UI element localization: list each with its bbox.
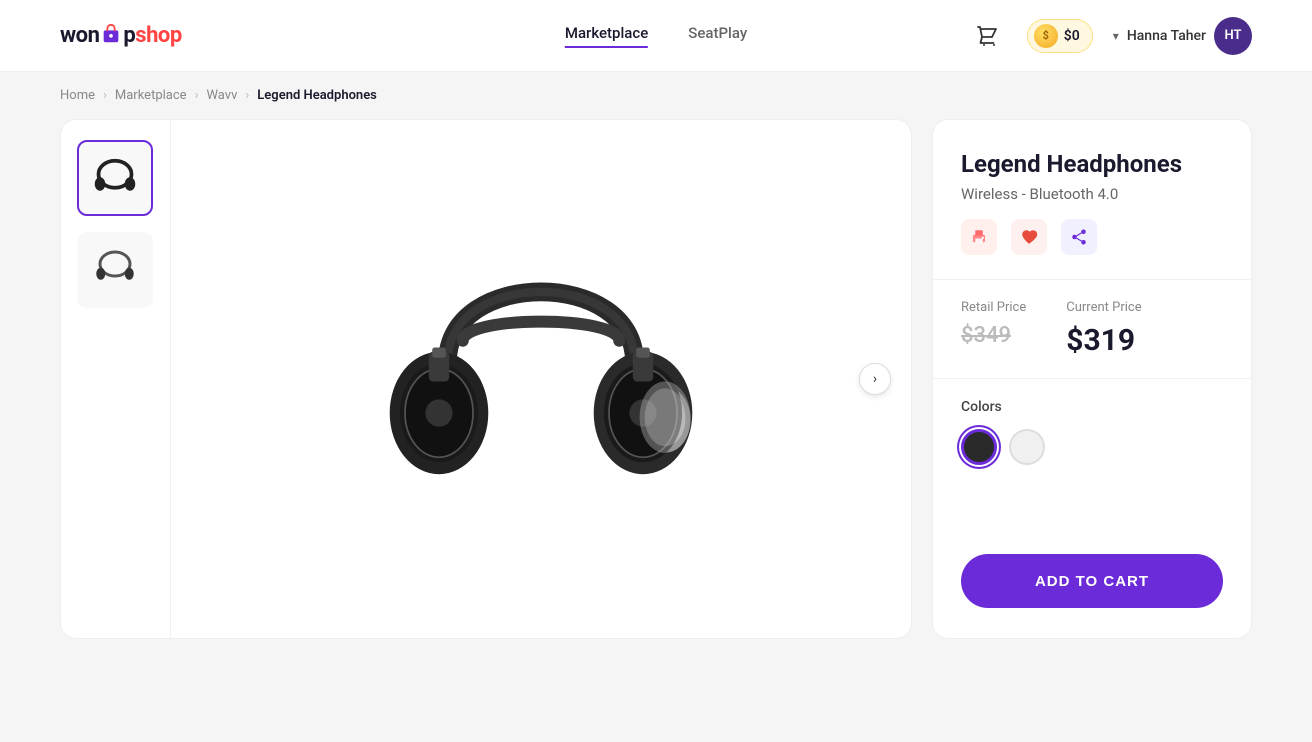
retail-price-col: Retail Price $349 xyxy=(961,300,1026,348)
header-right: $ $0 ▾ Hanna Taher HT xyxy=(967,16,1252,56)
next-image-button[interactable]: › xyxy=(859,363,891,395)
breadcrumb-home[interactable]: Home xyxy=(60,88,95,103)
like-button[interactable] xyxy=(1011,219,1047,255)
product-card: › xyxy=(60,119,912,639)
color-swatch-white[interactable] xyxy=(1009,429,1045,465)
color-options xyxy=(961,429,1223,465)
product-title: Legend Headphones xyxy=(961,150,1223,179)
thumb-2-image xyxy=(85,240,145,300)
breadcrumb-sep-2: › xyxy=(195,88,199,103)
breadcrumb: Home › Marketplace › Wavv › Legend Headp… xyxy=(0,72,1312,119)
breadcrumb-current: Legend Headphones xyxy=(257,88,377,103)
thumbnail-1[interactable] xyxy=(77,140,153,216)
coin-amount: $0 xyxy=(1064,28,1080,44)
add-to-cart-button[interactable]: ADD TO CART xyxy=(961,554,1223,608)
thumb-1-image xyxy=(85,148,145,208)
price-section: Retail Price $349 Current Price $319 xyxy=(961,280,1223,378)
current-price-label: Current Price xyxy=(1066,300,1141,315)
nav: Marketplace SeatPlay xyxy=(565,24,747,48)
logo-up-text: p xyxy=(123,23,135,48)
retail-price-label: Retail Price xyxy=(961,300,1026,315)
colors-label: Colors xyxy=(961,399,1223,415)
coin-icon: $ xyxy=(1034,24,1058,48)
cart-button[interactable] xyxy=(967,16,1007,56)
breadcrumb-sep-3: › xyxy=(245,88,249,103)
share-icon xyxy=(1070,228,1088,246)
avatar: HT xyxy=(1214,17,1252,55)
action-icons xyxy=(961,219,1223,255)
chevron-down-icon: ▾ xyxy=(1113,29,1119,43)
thumbnail-2[interactable] xyxy=(77,232,153,308)
user-name: Hanna Taher xyxy=(1127,28,1206,44)
logo-shop-text: shop xyxy=(135,23,181,48)
info-panel: Legend Headphones Wireless - Bluetooth 4… xyxy=(932,119,1252,639)
main-content: › Legend Headphones Wireless - Bluetooth… xyxy=(0,119,1312,679)
nav-marketplace[interactable]: Marketplace xyxy=(565,24,648,48)
logo-bag-icon xyxy=(100,23,122,45)
current-price-col: Current Price $319 xyxy=(1066,300,1141,358)
print-icon xyxy=(970,228,988,246)
retail-price: $349 xyxy=(961,323,1026,348)
logo[interactable]: won p shop xyxy=(60,23,182,48)
user-menu[interactable]: ▾ Hanna Taher HT xyxy=(1113,17,1252,55)
cart-icon xyxy=(975,24,999,48)
breadcrumb-brand[interactable]: Wavv xyxy=(206,88,237,103)
color-swatch-black[interactable] xyxy=(961,429,997,465)
breadcrumb-sep-1: › xyxy=(103,88,107,103)
main-image-area: › xyxy=(171,120,911,638)
share-button[interactable] xyxy=(1061,219,1097,255)
header: won p shop Marketplace SeatPlay $ $0 ▾ H… xyxy=(0,0,1312,72)
logo-won-text: won xyxy=(60,23,99,48)
chevron-right-icon: › xyxy=(873,371,877,387)
coin-balance[interactable]: $ $0 xyxy=(1027,19,1093,53)
current-price: $319 xyxy=(1066,323,1141,358)
nav-seatplay[interactable]: SeatPlay xyxy=(688,24,747,48)
breadcrumb-marketplace[interactable]: Marketplace xyxy=(115,88,187,103)
print-button[interactable] xyxy=(961,219,997,255)
product-subtitle: Wireless - Bluetooth 4.0 xyxy=(961,185,1223,203)
colors-section: Colors xyxy=(961,379,1223,485)
product-main-image xyxy=(371,189,711,569)
heart-icon xyxy=(1020,228,1038,246)
thumbnail-list xyxy=(61,120,171,638)
